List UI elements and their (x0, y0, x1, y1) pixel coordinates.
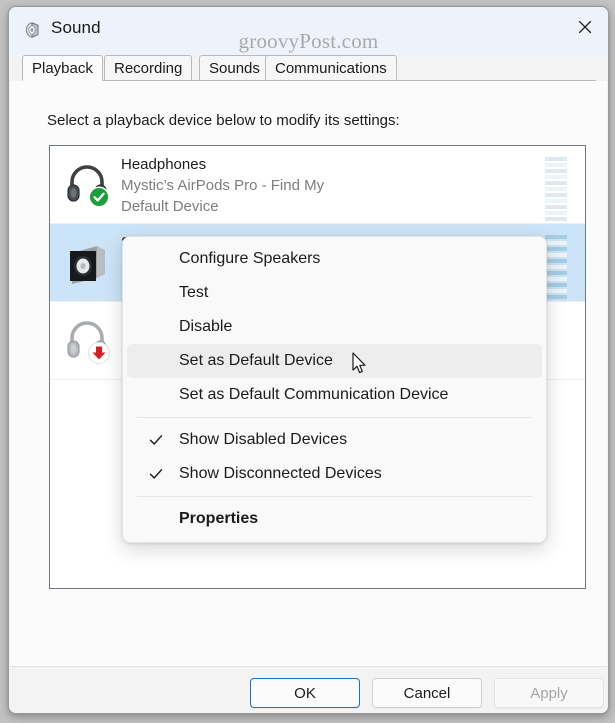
apply-button: Apply (494, 678, 604, 708)
close-icon[interactable] (562, 7, 608, 47)
menu-item-disable[interactable]: Disable (127, 310, 542, 344)
menu-separator (137, 496, 532, 497)
playback-prompt: Select a playback device below to modify… (47, 112, 400, 129)
tab-recording[interactable]: Recording (104, 55, 193, 80)
device-subtitle: Mystic’s AirPods Pro - Find My (121, 177, 325, 194)
menu-item-label: Show Disabled Devices (179, 431, 348, 448)
checkmark-icon (149, 433, 163, 447)
menu-item-show-disconnected-devices[interactable]: Show Disconnected Devices (127, 457, 542, 491)
ok-button[interactable]: OK (250, 678, 360, 708)
volume-meter (545, 235, 567, 299)
menu-item-show-disabled-devices[interactable]: Show Disabled Devices (127, 423, 542, 457)
red-down-arrow-badge (61, 314, 113, 366)
menu-item-label: Show Disconnected Devices (179, 465, 382, 482)
device-context-menu[interactable]: Configure Speakers Test Disable Set as D… (122, 236, 547, 543)
device-status: Default Device (121, 198, 219, 215)
menu-item-set-as-default-communication-device[interactable]: Set as Default Communication Device (127, 378, 542, 412)
close-glyph (578, 20, 592, 34)
tab-communications-label: Communications (275, 59, 387, 77)
title-bar: Sound groovyPost.com (9, 7, 608, 55)
tab-recording-label: Recording (114, 59, 183, 77)
menu-item-label: Disable (179, 318, 233, 335)
apply-button-label: Apply (530, 684, 568, 702)
tab-communications[interactable]: Communications (265, 55, 397, 80)
device-text-block: Headphones Mystic’s AirPods Pro - Find M… (121, 154, 521, 217)
menu-item-test[interactable]: Test (127, 276, 542, 310)
menu-item-label: Test (179, 284, 209, 301)
speaker-box-icon (61, 236, 113, 288)
cancel-button[interactable]: Cancel (372, 678, 482, 708)
tab-bar: Playback Recording Sounds Communications (22, 55, 608, 81)
ok-button-label: OK (294, 684, 316, 702)
dialog-footer: OK Cancel Apply (10, 666, 607, 713)
menu-item-label: Properties (179, 510, 259, 527)
checkmark-icon (149, 467, 163, 481)
green-check-badge (61, 158, 113, 210)
device-list-item[interactable]: Headphones Mystic’s AirPods Pro - Find M… (50, 146, 585, 224)
cancel-button-label: Cancel (403, 684, 451, 702)
menu-item-label: Set as Default Device (179, 352, 333, 369)
menu-item-set-as-default-device[interactable]: Set as Default Device (127, 344, 542, 378)
tab-sounds-label: Sounds (209, 59, 260, 77)
menu-item-configure-speakers[interactable]: Configure Speakers (127, 242, 542, 276)
tab-playback[interactable]: Playback (22, 55, 103, 81)
volume-meter (545, 157, 567, 221)
speaker-icon (23, 19, 45, 41)
sound-dialog-window: Sound groovyPost.com Playback Recording … (8, 6, 609, 714)
tab-playback-label: Playback (32, 59, 93, 77)
window-title: Sound (51, 18, 101, 37)
menu-item-properties[interactable]: Properties (127, 502, 542, 536)
menu-item-label: Set as Default Communication Device (179, 386, 449, 403)
menu-item-label: Configure Speakers (179, 250, 321, 267)
device-name: Headphones (121, 156, 207, 173)
menu-separator (137, 417, 532, 418)
tab-sounds[interactable]: Sounds (199, 55, 270, 80)
